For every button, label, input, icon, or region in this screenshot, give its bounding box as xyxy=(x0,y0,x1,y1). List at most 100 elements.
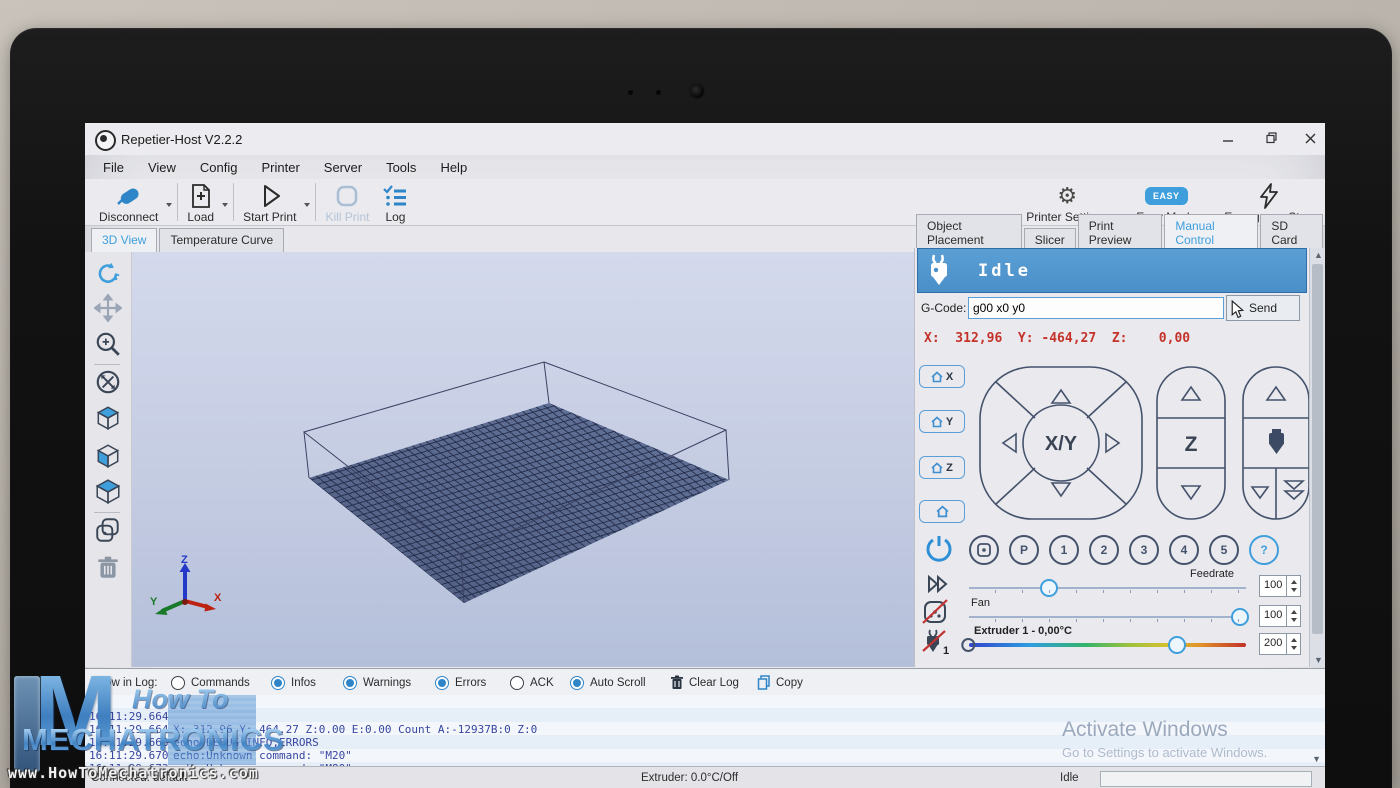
zoom-view-icon[interactable] xyxy=(94,330,122,358)
log-area[interactable]: 16:11:29.664 X: 312.96 Y:-464.27 Z:0.00 … xyxy=(85,695,1325,766)
connection-icon xyxy=(113,182,145,210)
toggle-infos[interactable]: Infos xyxy=(271,676,316,690)
retract-arrow xyxy=(1252,487,1268,498)
power-button[interactable] xyxy=(924,533,954,563)
extrude-arrow xyxy=(1267,387,1285,400)
restore-button[interactable] xyxy=(1257,127,1287,149)
radio-icon xyxy=(435,676,449,690)
help-button[interactable]: ? xyxy=(1249,535,1279,565)
menu-config[interactable]: Config xyxy=(188,156,250,179)
extruder-jog-pad[interactable] xyxy=(1239,363,1313,523)
copy-objects-icon[interactable] xyxy=(94,516,122,544)
viewport-3d[interactable]: Z Y X xyxy=(132,252,914,667)
menu-printer[interactable]: Printer xyxy=(249,156,311,179)
toggle-ack[interactable]: ACK xyxy=(510,676,554,690)
minimize-button[interactable] xyxy=(1213,127,1243,149)
toolbar-separator xyxy=(177,183,178,221)
menu-help[interactable]: Help xyxy=(428,156,479,179)
show-in-log-label: Show in Log: xyxy=(91,677,158,689)
copy-icon xyxy=(757,675,771,690)
toggle-auto-scroll[interactable]: Auto Scroll xyxy=(570,676,646,690)
extruder-temp-spinner[interactable]: 200 xyxy=(1259,633,1301,655)
toolbar-separator xyxy=(233,183,234,221)
quick-button-4[interactable]: 4 xyxy=(1169,535,1199,565)
home-x-button[interactable]: X xyxy=(919,365,965,388)
toggle-errors[interactable]: Errors xyxy=(435,676,486,690)
extruder-temp-thumb[interactable] xyxy=(1168,636,1186,654)
tab-sd-card[interactable]: SD Card xyxy=(1260,214,1323,252)
radio-icon xyxy=(510,676,524,690)
motor-off-button[interactable] xyxy=(969,535,999,565)
trash-icon[interactable] xyxy=(94,554,122,582)
copy-log-button[interactable]: Copy xyxy=(757,675,803,690)
isometric-view-icon[interactable] xyxy=(94,404,122,432)
toggle-warnings[interactable]: Warnings xyxy=(343,676,411,690)
quick-button-3[interactable]: 3 xyxy=(1129,535,1159,565)
menu-file[interactable]: File xyxy=(91,156,136,179)
tab-object-placement[interactable]: Object Placement xyxy=(916,214,1022,252)
home-z-button[interactable]: Z xyxy=(919,456,965,479)
toolbar-separator xyxy=(315,183,316,221)
feedrate-icon xyxy=(923,571,953,597)
quick-button-5[interactable]: 5 xyxy=(1209,535,1239,565)
status-bar: Connected: default Extruder: 0.0°C/Off I… xyxy=(85,766,1325,788)
fan-slider[interactable] xyxy=(969,616,1246,618)
extruder-temp-label: Extruder 1 - 0,00°C xyxy=(974,625,1072,637)
dropdown-arrow-icon[interactable] xyxy=(166,203,172,207)
feedrate-thumb[interactable] xyxy=(1040,579,1058,597)
extruder-status: Extruder: 0.0°C/Off xyxy=(641,772,738,784)
tab-manual-control[interactable]: Manual Control xyxy=(1164,214,1258,252)
feedrate-slider[interactable] xyxy=(969,587,1246,589)
disconnect-label: Disconnect xyxy=(99,210,158,224)
log-button[interactable]: Log xyxy=(375,181,415,225)
menu-tools[interactable]: Tools xyxy=(374,156,428,179)
quick-button-1[interactable]: 1 xyxy=(1049,535,1079,565)
microphone-dot xyxy=(656,90,661,95)
move-view-icon[interactable] xyxy=(94,294,122,322)
dropdown-arrow-icon[interactable] xyxy=(222,203,228,207)
spinner-arrows xyxy=(1286,634,1300,654)
fit-view-icon[interactable] xyxy=(94,368,122,396)
dropdown-arrow-icon[interactable] xyxy=(304,203,310,207)
load-button[interactable]: Load xyxy=(181,181,220,225)
position-readout: X: 312,96 Y: -464,27 Z: 0,00 xyxy=(924,331,1190,346)
progress-bar xyxy=(1100,771,1312,787)
quick-button-2[interactable]: 2 xyxy=(1089,535,1119,565)
home-icon xyxy=(931,416,943,428)
scrollbar-thumb[interactable] xyxy=(1312,264,1323,634)
preheat-pla-button[interactable]: P xyxy=(1009,535,1039,565)
printer-status-text: Idle xyxy=(978,261,1031,281)
scroll-up-icon: ▲ xyxy=(1314,250,1323,260)
jog-x-minus-arrow xyxy=(1003,434,1016,452)
front-view-icon[interactable] xyxy=(94,442,122,470)
disconnect-button[interactable]: Disconnect xyxy=(93,181,164,225)
rotate-view-icon[interactable] xyxy=(94,260,122,288)
xy-pad-label: X/Y xyxy=(1045,433,1078,455)
easy-badge: EASY xyxy=(1145,182,1188,210)
gcode-input[interactable] xyxy=(968,297,1224,319)
clear-log-button[interactable]: Clear Log xyxy=(670,675,739,690)
tab-3d-view[interactable]: 3D View xyxy=(91,228,157,252)
z-jog-pad[interactable]: Z xyxy=(1153,363,1229,523)
log-scroll-down-icon[interactable]: ▼ xyxy=(1312,754,1321,764)
menu-server[interactable]: Server xyxy=(312,156,374,179)
top-view-icon[interactable] xyxy=(94,478,122,506)
toggle-commands[interactable]: Commands xyxy=(171,676,250,690)
stop-icon xyxy=(333,182,361,210)
feedrate-spinner[interactable]: 100 xyxy=(1259,575,1301,597)
kill-print-button: Kill Print xyxy=(319,181,375,225)
home-all-button[interactable] xyxy=(919,500,965,523)
close-button[interactable] xyxy=(1295,127,1325,149)
spinner-arrows xyxy=(1286,606,1300,626)
extruder-temp-slider[interactable] xyxy=(969,643,1246,647)
fan-thumb[interactable] xyxy=(1231,608,1249,626)
xy-jog-pad[interactable]: X/Y xyxy=(976,363,1146,523)
menu-view[interactable]: View xyxy=(136,156,188,179)
tab-print-preview[interactable]: Print Preview xyxy=(1078,214,1163,252)
start-print-button[interactable]: Start Print xyxy=(237,181,302,225)
fan-spinner[interactable]: 100 xyxy=(1259,605,1301,627)
home-y-button[interactable]: Y xyxy=(919,410,965,433)
log-line: 16:11:29.673 echo:DEBUG:INFO,ERRORS xyxy=(85,749,125,766)
panel-scrollbar[interactable]: ▲ ▼ xyxy=(1309,248,1325,667)
tab-temperature-curve[interactable]: Temperature Curve xyxy=(159,228,284,252)
